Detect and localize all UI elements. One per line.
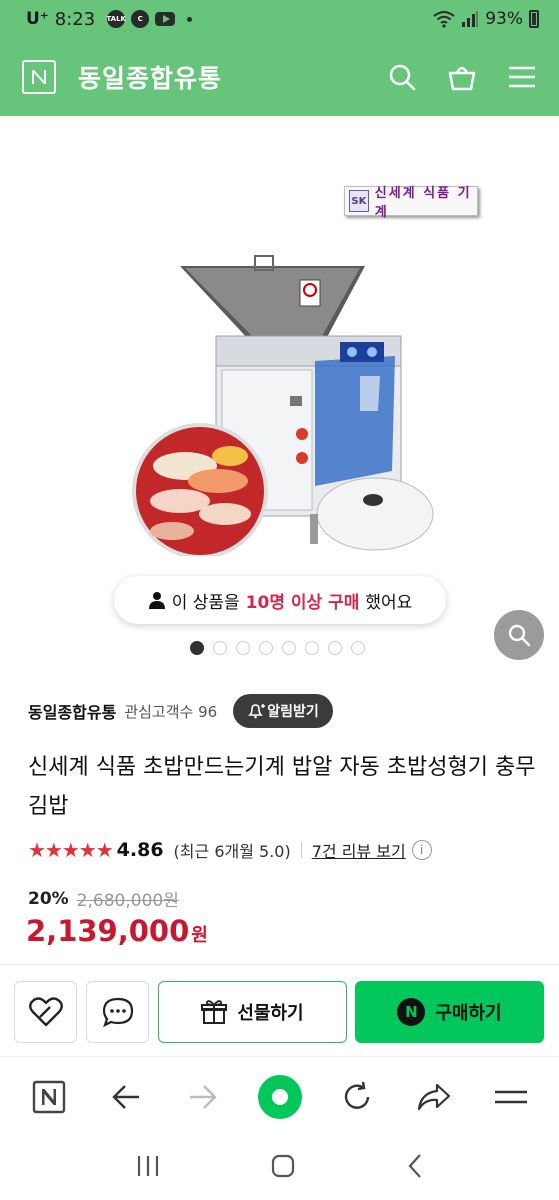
buyer-notice-prefix: 이 상품을 [171, 592, 240, 613]
naver-pay-icon: N [397, 998, 426, 1026]
carousel-dot[interactable] [236, 641, 250, 655]
discount-row: 20% 2,680,000원 [28, 886, 179, 912]
clock: 8:23 [54, 8, 96, 30]
home-icon[interactable] [270, 1153, 296, 1183]
brand-tag-text: 신세계 식품 기계 [374, 186, 472, 220]
signal-icon [462, 11, 479, 27]
gift-icon [201, 1000, 228, 1024]
battery-icon [529, 10, 539, 28]
product-image-carousel[interactable]: SK 신세계 식품 기계 이 상품을 10명 이상 구매 했어요 [0, 116, 559, 676]
share-icon[interactable] [412, 1075, 456, 1119]
discount-rate: 20% [28, 888, 69, 909]
buyer-count-notice: 이 상품을 10명 이상 구매 했어요 [114, 576, 446, 624]
star-rating-icon: ★★★★★ [28, 838, 114, 862]
currency-unit: 원 [191, 925, 208, 946]
chat-icon [102, 997, 133, 1027]
carousel-dot[interactable] [213, 641, 227, 655]
forward-arrow-icon[interactable] [181, 1075, 225, 1119]
carousel-dot[interactable] [282, 641, 296, 655]
sale-price: 2,139,000 [26, 914, 190, 948]
alarm-button-label: 알림받기 [267, 704, 319, 720]
shopping-bag-icon[interactable] [447, 62, 477, 92]
sale-price-row: 2,139,000 원 [26, 914, 208, 948]
gift-button-label: 선물하기 [237, 1003, 304, 1024]
buyer-notice-suffix: 했어요 [365, 592, 413, 613]
rating-row: ★★★★★ 4.86 (최근 6개월 5.0) 7건 리뷰 보기 i [28, 838, 432, 862]
sushi-machine-image [132, 255, 434, 556]
youtube-icon [155, 12, 176, 26]
product-title: 신세계 식품 초밥만드는기계 밥알 자동 초밥성형기 충무김밥 [28, 755, 536, 819]
zoom-image-button[interactable] [494, 610, 544, 660]
browser-toolbar [0, 1056, 559, 1136]
system-navigation-bar [0, 1136, 559, 1200]
recent-apps-icon[interactable] [135, 1154, 161, 1182]
refresh-icon[interactable] [335, 1075, 379, 1119]
info-icon[interactable]: i [411, 840, 432, 860]
back-arrow-icon[interactable] [104, 1075, 148, 1119]
status-bar: U⁺ 8:23 TALK C 93% [0, 0, 559, 38]
alarm-button[interactable]: 알림받기 [233, 694, 333, 728]
original-price: 2,680,000원 [76, 891, 179, 911]
brand-tag: SK 신세계 식품 기계 [344, 186, 478, 220]
carousel-indicator [190, 641, 365, 655]
review-link[interactable]: 7건 리뷰 보기 [312, 838, 406, 862]
naver-logo-icon[interactable] [22, 60, 56, 94]
talk-icon: TALK [106, 10, 126, 28]
green-home-button[interactable] [257, 1074, 302, 1119]
divider [300, 842, 302, 858]
person-icon [148, 592, 165, 609]
carousel-dot[interactable] [305, 641, 319, 655]
carousel-dot[interactable] [328, 641, 342, 655]
naver-home-icon[interactable] [27, 1075, 71, 1119]
talk-button[interactable] [86, 981, 149, 1043]
carrier-label: U⁺ [26, 9, 49, 29]
wifi-icon [433, 11, 455, 28]
gift-button[interactable]: 선물하기 [158, 981, 347, 1043]
menu-icon[interactable] [507, 62, 537, 92]
rating-score: 4.86 [116, 839, 164, 861]
store-followers: 관심고객수 96 [124, 702, 218, 721]
battery-percent: 93% [485, 9, 523, 29]
carousel-dot[interactable] [259, 641, 273, 655]
notification-dot-icon [187, 16, 193, 22]
buy-button[interactable]: N 구매하기 [355, 981, 544, 1043]
green-dot-icon[interactable] [257, 1074, 302, 1119]
menu-icon[interactable] [489, 1075, 533, 1119]
store-header: 동일종합유통 [0, 38, 559, 116]
back-icon[interactable] [406, 1153, 424, 1183]
carousel-dot[interactable] [351, 641, 365, 655]
search-icon[interactable] [387, 62, 417, 92]
purchase-action-bar: 선물하기 N 구매하기 [0, 964, 559, 1056]
store-info: 동일종합유통 관심고객수 96 알림받기 [28, 694, 333, 728]
search-icon [508, 624, 531, 647]
carousel-dot[interactable] [190, 641, 204, 655]
heart-icon [28, 997, 63, 1027]
like-button[interactable] [14, 981, 77, 1043]
brand-logo: SK [349, 190, 369, 212]
buyer-notice-highlight: 10명 이상 구매 [245, 592, 360, 613]
bell-plus-icon [248, 704, 266, 719]
buy-button-label: 구매하기 [435, 1003, 502, 1024]
rating-recent: (최근 6개월 5.0) [173, 842, 291, 861]
store-name[interactable]: 동일종합유통 [28, 699, 116, 723]
store-title[interactable]: 동일종합유통 [78, 59, 222, 95]
c-icon: C [131, 10, 150, 28]
